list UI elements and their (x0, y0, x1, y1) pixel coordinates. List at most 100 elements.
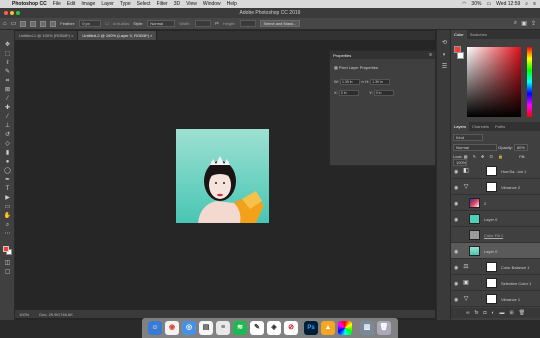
menu-type[interactable]: Type (120, 1, 131, 7)
type-tool-icon[interactable]: T (3, 186, 12, 193)
layer-name[interactable]: Layer 0 (484, 249, 497, 254)
swap-icon[interactable]: ⇄ (215, 21, 219, 27)
more-tools-icon[interactable]: ⋯ (3, 231, 12, 238)
layer-row[interactable]: ◌ Color Fill 1 (451, 227, 540, 243)
visibility-eye-icon[interactable]: ◉ (454, 201, 458, 207)
width-input[interactable] (194, 20, 211, 27)
layer-name[interactable]: Vibrance 1 (501, 297, 520, 302)
trash-icon[interactable]: 🗑 (519, 310, 525, 318)
blend-mode-select[interactable]: Normal (453, 144, 497, 151)
height-field[interactable]: 1.39 in (370, 79, 391, 85)
adjustment-layer-icon[interactable]: ◐ (491, 310, 494, 318)
layer-mask-thumbnail[interactable] (486, 278, 497, 288)
vlc-icon[interactable]: ▲ (321, 321, 335, 335)
visibility-eye-icon[interactable]: ◉ (454, 169, 458, 175)
layer-row[interactable]: ◉ ▽ Vibrance 2 (451, 179, 540, 195)
subtract-selection-icon[interactable] (40, 20, 47, 27)
tab-channels[interactable]: Channels (469, 122, 492, 131)
chrome-icon[interactable]: ◉ (165, 321, 179, 335)
visibility-eye-icon[interactable]: ◉ (454, 297, 458, 303)
crop-tool-icon[interactable]: ⌗ (3, 78, 12, 85)
tab-color[interactable]: Color (451, 30, 467, 39)
hue-slider[interactable] (527, 47, 532, 117)
spotify-icon[interactable]: ≋ (233, 321, 247, 335)
add-selection-icon[interactable] (30, 20, 37, 27)
quick-mask-icon[interactable]: ◫ (3, 260, 12, 267)
search-icon[interactable]: ⌕ (525, 1, 528, 7)
trash-dock-icon[interactable]: 🗑 (377, 321, 391, 335)
layer-row[interactable]: ◉ ▣ Selective Color 1 (451, 275, 540, 291)
menu-window[interactable]: Window (203, 1, 221, 7)
preview-icon[interactable]: ▤ (199, 321, 213, 335)
x-field[interactable]: 0 in (338, 90, 359, 96)
workspace-icon[interactable]: ▣ (521, 20, 527, 27)
eraser-tool-icon[interactable]: ◇ (3, 141, 12, 148)
wifi-icon[interactable]: ◠ (462, 1, 466, 7)
layer-name[interactable]: Color Balance 1 (501, 265, 529, 270)
safari-icon[interactable]: ◎ (182, 321, 196, 335)
lock-icons[interactable]: ▦ ✎ ✥ ⊡ 🔒 (464, 154, 505, 159)
pen-tool-icon[interactable]: ✒ (3, 177, 12, 184)
blocked-app-icon[interactable]: ⊘ (284, 321, 298, 335)
quick-select-tool-icon[interactable]: ✎ (3, 69, 12, 76)
clock[interactable]: Wed 12:59 (496, 1, 520, 7)
share-icon[interactable]: ⇪ (531, 20, 536, 27)
add-mask-icon[interactable]: ◘ (483, 310, 486, 318)
menu-layer[interactable]: Layer (101, 1, 114, 7)
notes-icon[interactable]: ≡ (216, 321, 230, 335)
layer-name[interactable]: Color Fill 1 (484, 233, 503, 238)
menu-help[interactable]: Help (227, 1, 237, 7)
healing-brush-tool-icon[interactable]: ✚ (3, 105, 12, 112)
layer-mask-thumbnail[interactable] (486, 294, 497, 304)
menu-edit[interactable]: Edit (67, 1, 76, 7)
color-picker-field[interactable] (467, 47, 521, 117)
y-field[interactable]: 0 in (373, 90, 394, 96)
menu-file[interactable]: File (53, 1, 61, 7)
layer-name[interactable]: Layer 0 (484, 217, 497, 222)
search-icon[interactable]: ⌕ (514, 20, 517, 27)
new-selection-icon[interactable] (20, 20, 27, 27)
layer-name[interactable]: Hue/Sa...ion 1 (501, 169, 526, 174)
layer-mask-thumbnail[interactable] (486, 166, 497, 176)
home-icon[interactable]: ⌂ (3, 21, 7, 27)
doc-size[interactable]: Doc: 29.9K/746.6K (39, 312, 73, 317)
quill-app-icon[interactable]: ✎ (250, 321, 264, 335)
properties-panel-icon[interactable]: ☰ (440, 64, 449, 71)
menu-photoshop[interactable]: Photoshop CC (12, 1, 47, 7)
move-tool-icon[interactable]: ✥ (3, 42, 12, 49)
new-layer-icon[interactable]: ⊞ (509, 310, 513, 318)
marquee-tool-icon[interactable]: ⬚ (3, 51, 12, 58)
tab-layers[interactable]: Layers (451, 122, 470, 131)
link-layers-icon[interactable]: ∞ (466, 310, 470, 318)
foreground-color-swatch[interactable] (3, 246, 9, 252)
visibility-eye-icon[interactable]: ◉ (454, 249, 458, 255)
control-center-icon[interactable]: ≡ (533, 1, 536, 7)
layer-name[interactable]: Vibrance 2 (501, 185, 520, 190)
layer-thumbnail[interactable] (469, 246, 480, 256)
dodge-tool-icon[interactable]: ◯ (3, 168, 12, 175)
opacity-input[interactable]: 80% (513, 144, 528, 151)
antialias-checkbox[interactable]: ☐ (105, 21, 109, 26)
visibility-eye-icon[interactable]: ◌ (454, 233, 457, 239)
frame-tool-icon[interactable]: ⊠ (3, 87, 12, 94)
intersect-selection-icon[interactable] (50, 20, 57, 27)
layer-row[interactable]: ◉ Layer 0 (451, 211, 540, 227)
path-selection-tool-icon[interactable]: ▶ (3, 195, 12, 202)
adjustments-panel-icon[interactable]: ◐ (440, 52, 449, 59)
panel-menu-icon[interactable]: ≡ (429, 52, 432, 58)
document-image[interactable] (176, 129, 269, 223)
gradient-tool-icon[interactable]: ▮ (3, 150, 12, 157)
kind-filter-select[interactable]: Kind (453, 134, 483, 141)
menu-filter[interactable]: Filter (157, 1, 168, 7)
rectangle-tool-icon[interactable]: ▭ (3, 204, 12, 211)
layer-row[interactable]: ◉ ◧ Hue/Sa...ion 1 (451, 163, 540, 179)
layer-row[interactable]: ◉ ▽ Vibrance 1 (451, 291, 540, 307)
battery-icon[interactable]: ▭ (486, 1, 491, 7)
layer-row-selected[interactable]: ◉ Layer 0 (451, 243, 540, 259)
blur-tool-icon[interactable]: ● (3, 159, 12, 166)
screen-mode-icon[interactable]: ▢ (3, 269, 12, 276)
photos-icon[interactable] (338, 321, 352, 335)
group-icon[interactable]: ▬ (499, 310, 504, 318)
menu-3d[interactable]: 3D (174, 1, 180, 7)
hand-tool-icon[interactable]: ✋ (3, 213, 12, 220)
